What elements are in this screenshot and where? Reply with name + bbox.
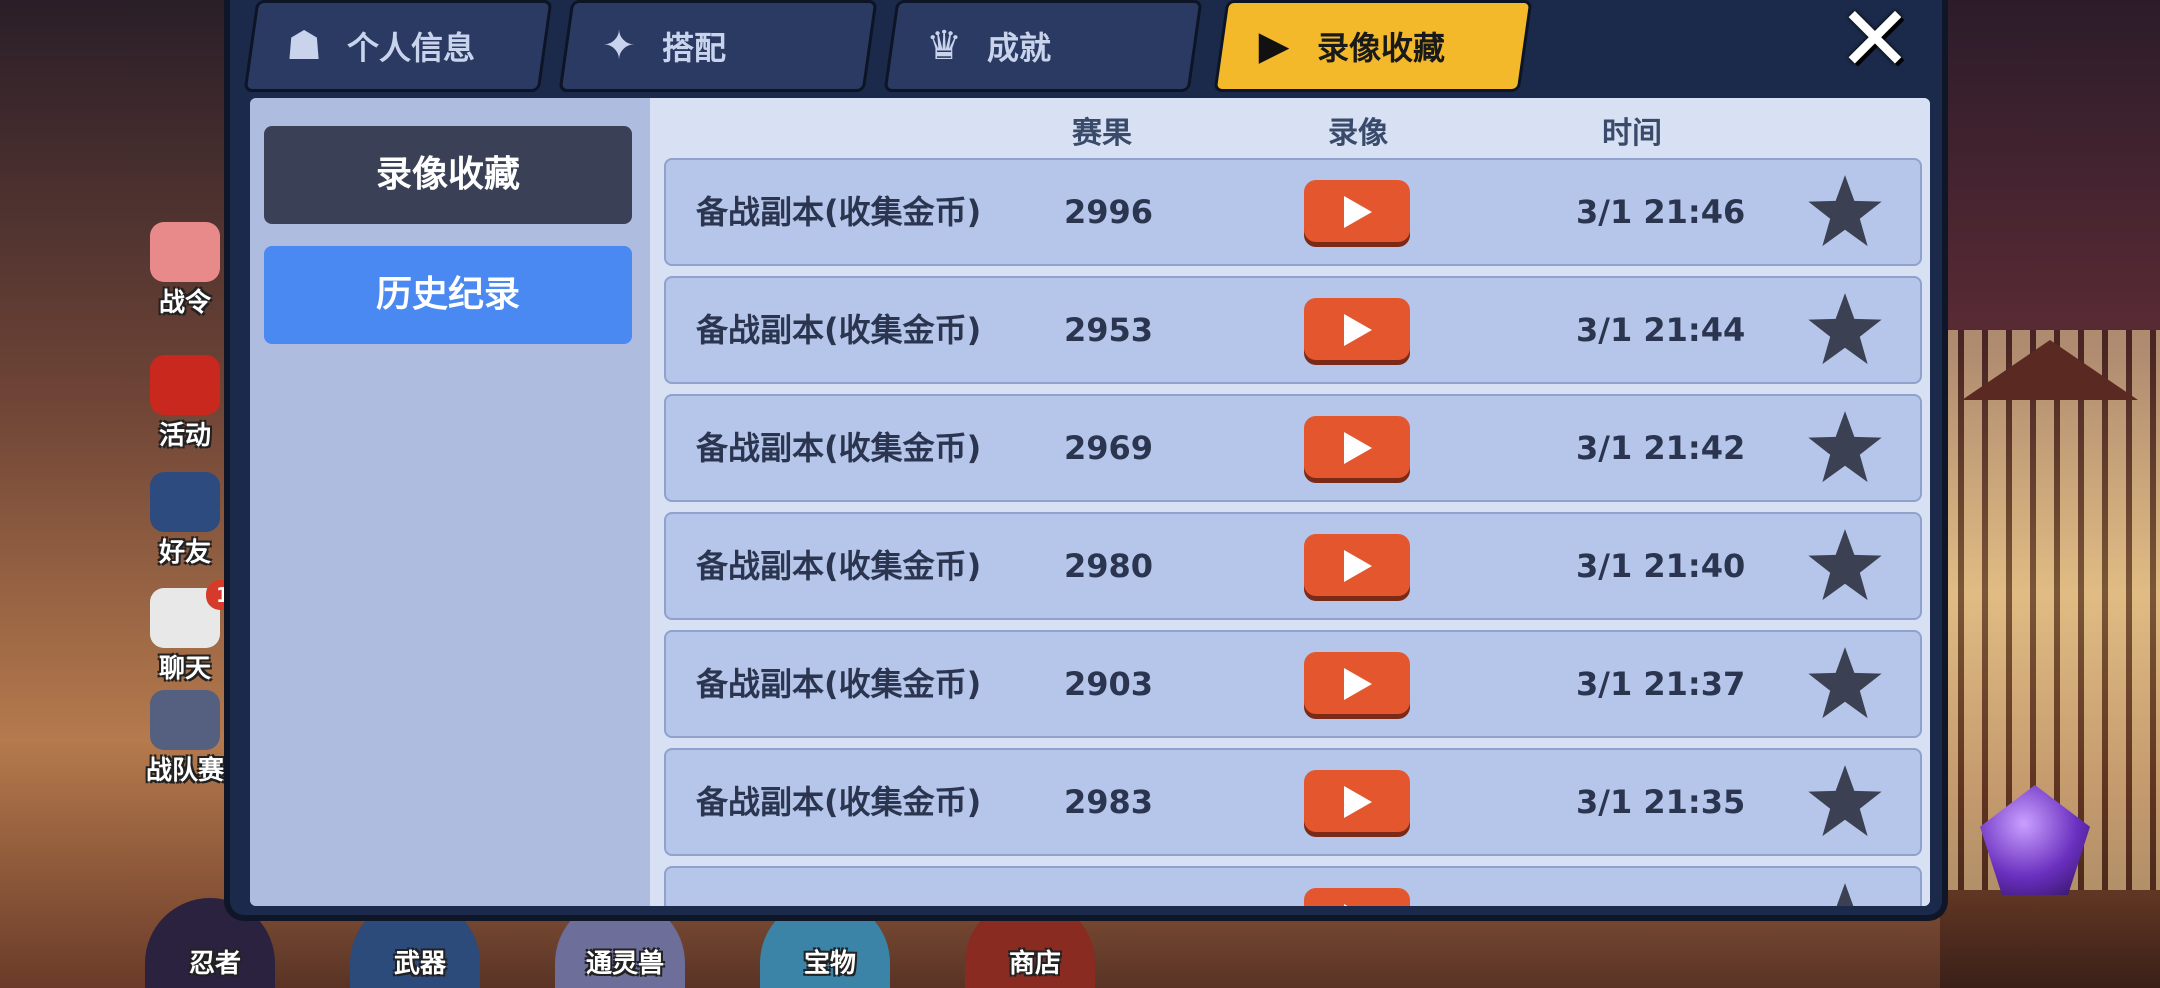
ninja-icon	[150, 472, 220, 532]
row-score: 2996	[1064, 193, 1154, 231]
play-replay-button[interactable]	[1304, 652, 1410, 714]
shuriken-icon: ✦	[602, 23, 636, 69]
row-time: 3/1 21:44	[1576, 311, 1746, 349]
side-item-label: 活动	[158, 421, 211, 451]
play-icon	[1344, 432, 1372, 464]
side-item-team-battle[interactable]: 战队赛	[130, 690, 240, 787]
tab-replay-favorites[interactable]: ▶ 录像收藏	[1213, 0, 1533, 92]
bottom-nav-shop[interactable]: 商店	[960, 943, 1110, 980]
play-replay-button[interactable]	[1304, 416, 1410, 478]
header-replay: 录像	[1328, 116, 1388, 151]
tab-label: 成就	[987, 29, 1052, 67]
tab-bar: ☗ 个人信息 ✦ 搭配 ♛ 成就 ▶ 录像收藏	[243, 0, 1950, 92]
history-button[interactable]: 历史纪录	[264, 246, 632, 344]
side-item-label: 战队赛	[145, 756, 224, 786]
tab-label: 录像收藏	[1317, 29, 1446, 67]
side-item-label: 好友	[158, 538, 211, 568]
row-score: 2903	[1064, 665, 1154, 703]
replay-table: 赛果 录像 时间 备战副本(收集金币) 2996 3/1 21:46 备战副本(…	[650, 98, 1930, 906]
tab-label: 个人信息	[347, 29, 476, 67]
row-name: 备战副本(收集金币)	[696, 547, 982, 585]
header-result: 赛果	[1072, 116, 1132, 151]
play-icon	[1344, 196, 1372, 228]
bottom-nav-treasure[interactable]: 宝物	[755, 943, 905, 980]
rose-icon	[150, 222, 220, 282]
row-name: 备战副本(收集金币)	[696, 193, 982, 231]
row-score: 2983	[1064, 783, 1154, 821]
table-row: 备战副本(收集金币) 2953 3/1 21:44	[664, 276, 1922, 384]
play-replay-button[interactable]	[1304, 888, 1410, 906]
favorite-star-icon[interactable]	[1808, 175, 1882, 247]
row-name: 备战副本(收集金币)	[696, 429, 982, 467]
bottom-nav-ninja[interactable]: 忍者	[140, 943, 290, 980]
row-name: 备战副本(收集金币)	[696, 783, 982, 821]
side-item-events[interactable]: 活动	[130, 355, 240, 452]
play-icon: ▶	[1258, 23, 1290, 69]
play-replay-button[interactable]	[1304, 298, 1410, 360]
play-icon	[1344, 314, 1372, 346]
trophy-icon: ♛	[926, 23, 962, 69]
side-item-battle-pass[interactable]: 战令	[130, 222, 240, 319]
bottom-nav-summon[interactable]: 通灵兽	[550, 943, 700, 980]
favorite-star-icon[interactable]	[1808, 529, 1882, 601]
side-item-label: 战令	[158, 288, 211, 318]
tab-label: 搭配	[662, 29, 727, 67]
person-card-icon: ☗	[286, 23, 322, 69]
tab-profile[interactable]: ☗ 个人信息	[243, 0, 553, 92]
play-icon	[1344, 668, 1372, 700]
table-row: 备战副本(收集金币) 2996 3/1 21:46	[664, 158, 1922, 266]
row-score: 2953	[1064, 311, 1154, 349]
play-replay-button[interactable]	[1304, 534, 1410, 596]
table-row: 备战副本(收集金币) 2980 3/1 21:40	[664, 512, 1922, 620]
favorite-star-icon[interactable]	[1808, 765, 1882, 837]
torii-gate-icon	[150, 355, 220, 415]
favorite-star-icon[interactable]	[1808, 647, 1882, 719]
row-score: 2969	[1064, 429, 1154, 467]
close-button[interactable]: ✕	[1830, 0, 1920, 85]
row-time: 3/1 21:40	[1576, 547, 1746, 585]
crossed-swords-icon	[150, 690, 220, 750]
favorite-star-icon[interactable]	[1808, 293, 1882, 365]
row-time: 3/1 21:42	[1576, 429, 1746, 467]
play-icon	[1344, 550, 1372, 582]
play-icon	[1344, 786, 1372, 818]
play-icon	[1344, 904, 1372, 906]
table-row: 备战副本(收集金币) 2903 3/1 21:37	[664, 630, 1922, 738]
side-item-chat[interactable]: 1 聊天	[130, 580, 240, 685]
row-time: 3/1 21:35	[1576, 783, 1746, 821]
row-name: 备战副本(收集金币)	[696, 665, 982, 703]
side-item-label: 聊天	[158, 654, 211, 684]
row-name: 备战副本(收集金币)	[696, 311, 982, 349]
row-time: 3/1 21:37	[1576, 665, 1746, 703]
replay-favorites-button[interactable]: 录像收藏	[264, 126, 632, 224]
play-replay-button[interactable]	[1304, 770, 1410, 832]
row-score: 2980	[1064, 547, 1154, 585]
header-time: 时间	[1602, 116, 1662, 151]
bottom-nav-weapon[interactable]: 武器	[345, 943, 495, 980]
play-replay-button[interactable]	[1304, 180, 1410, 242]
favorite-star-icon[interactable]	[1808, 411, 1882, 483]
tab-achievements[interactable]: ♛ 成就	[883, 0, 1203, 92]
table-row-partial	[664, 866, 1922, 906]
side-item-friends[interactable]: 好友	[130, 472, 240, 569]
content-panel: 录像收藏 历史纪录 赛果 录像 时间 备战副本(收集金币) 2996 3/1 2…	[250, 98, 1930, 906]
tab-loadout[interactable]: ✦ 搭配	[558, 0, 878, 92]
category-list: 录像收藏 历史纪录	[250, 98, 650, 906]
favorite-star-icon[interactable]	[1808, 883, 1882, 906]
table-row: 备战副本(收集金币) 2969 3/1 21:42	[664, 394, 1922, 502]
row-time: 3/1 21:46	[1576, 193, 1746, 231]
table-row: 备战副本(收集金币) 2983 3/1 21:35	[664, 748, 1922, 856]
